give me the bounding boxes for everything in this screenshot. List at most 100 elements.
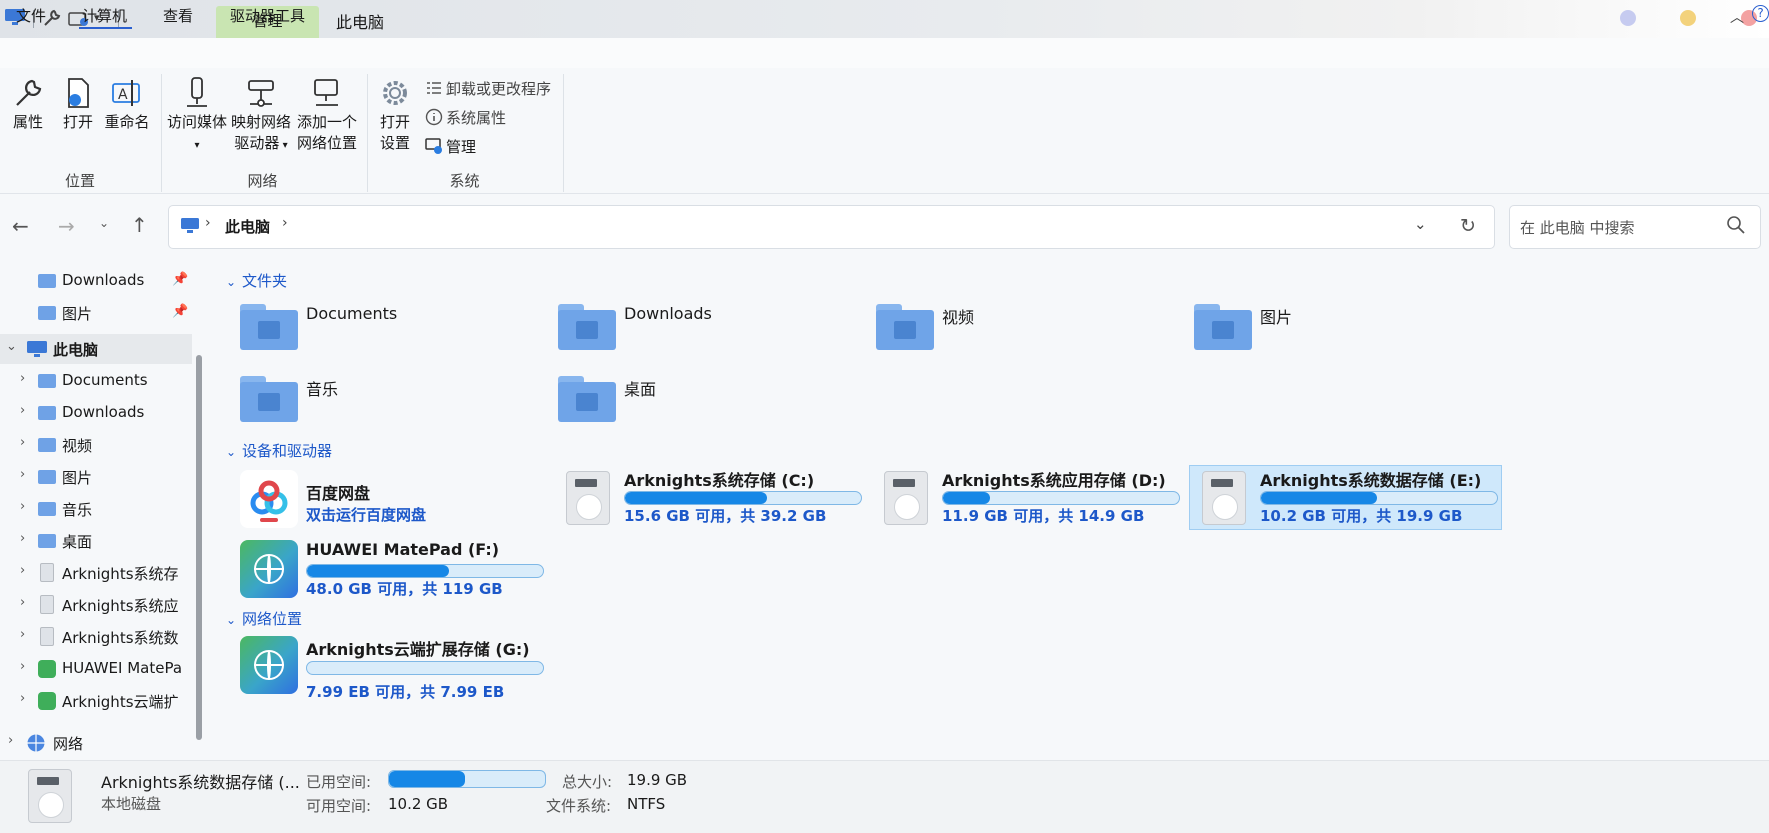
properties-button[interactable]: 属性: [8, 76, 48, 133]
back-button[interactable]: ←: [12, 214, 29, 238]
section-title: 文件夹: [242, 272, 288, 290]
manage-button[interactable]: 管理: [425, 136, 476, 157]
details-pane: Arknights系统数据存储 (... 本地磁盘 已用空间: 可用空间: 10…: [0, 760, 1769, 833]
chevron-down-icon: ▾: [279, 140, 288, 151]
drive-name: Arknights系统存储 (C:): [624, 471, 815, 490]
folder-item[interactable]: 音乐: [240, 372, 540, 428]
sidebar-item-label: 网络: [53, 735, 84, 753]
sidebar-item[interactable]: › 图片: [0, 462, 192, 492]
menu-drive-tools[interactable]: 驱动器工具: [230, 5, 305, 26]
pin-icon[interactable]: 📌: [172, 304, 188, 319]
folder-item[interactable]: 视频: [876, 300, 1176, 356]
add-network-location-button[interactable]: 添加一个 网络位置: [295, 76, 359, 154]
menu-view[interactable]: 查看: [163, 5, 193, 26]
chevron-down-icon[interactable]: ⌄: [6, 339, 17, 354]
file-system-value: NTFS: [627, 795, 666, 813]
section-folders-header[interactable]: ⌄ 文件夹: [226, 270, 287, 291]
rename-button[interactable]: A 重命名: [102, 76, 152, 133]
sidebar-quick-downloads[interactable]: Downloads 📌: [0, 266, 196, 296]
recent-locations-button[interactable]: ⌄: [99, 216, 109, 230]
help-icon[interactable]: ?: [1752, 5, 1769, 22]
chevron-right-icon[interactable]: ›: [20, 691, 25, 706]
chevron-right-icon[interactable]: ›: [20, 531, 25, 546]
sidebar-item[interactable]: › Arknights系统数: [0, 622, 192, 652]
drive-usage-fill: [1261, 492, 1377, 504]
sidebar-quick-pictures[interactable]: 图片 📌: [0, 298, 196, 328]
map-network-drive-button[interactable]: 映射网络 驱动器 ▾: [230, 76, 292, 156]
chevron-right-icon[interactable]: ›: [20, 371, 25, 386]
folder-item[interactable]: Documents: [240, 300, 540, 356]
sidebar-item-label: 此电脑: [53, 341, 99, 359]
up-button[interactable]: ↑: [131, 213, 148, 237]
address-bar[interactable]: [168, 205, 1495, 249]
network-icon: [27, 734, 45, 752]
sidebar-item[interactable]: › 视频: [0, 430, 192, 460]
sidebar-item[interactable]: › Arknights云端扩: [0, 686, 192, 716]
menu-bar: [0, 38, 1769, 68]
menu-computer[interactable]: 计算机: [82, 5, 127, 26]
sidebar-item-label: Downloads: [62, 271, 145, 289]
folder-icon: [38, 470, 56, 484]
add-location-label-2: 网络位置: [296, 134, 357, 152]
collapse-ribbon-icon[interactable]: ︿: [1730, 7, 1744, 27]
sidebar-item-label: Arknights系统存: [62, 565, 179, 583]
system-properties-button[interactable]: 系统属性: [425, 107, 506, 128]
drive-usage-fill: [943, 492, 991, 504]
address-history-dropdown[interactable]: ⌄: [1414, 215, 1427, 233]
sidebar-item-label: 图片: [62, 305, 93, 323]
sidebar-item[interactable]: › HUAWEI MatePa: [0, 654, 192, 684]
open-settings-button[interactable]: 打开 设置: [372, 76, 418, 154]
section-network-locations-header[interactable]: ⌄ 网络位置: [226, 608, 302, 629]
sidebar-item[interactable]: › Downloads: [0, 398, 192, 428]
pin-icon[interactable]: 📌: [172, 272, 188, 287]
chevron-right-icon[interactable]: ›: [20, 403, 25, 418]
menu-file[interactable]: 文件: [16, 5, 46, 26]
folder-item[interactable]: 图片: [1194, 300, 1494, 356]
sidebar-scrollbar[interactable]: [196, 355, 202, 740]
drive-capacity: 10.2 GB 可用，共 19.9 GB: [1260, 507, 1463, 525]
chevron-right-icon[interactable]: ›: [8, 733, 13, 748]
sidebar-item[interactable]: › Arknights系统存: [0, 558, 192, 588]
minimize-button[interactable]: [1620, 10, 1636, 26]
sidebar-network[interactable]: › 网络: [0, 728, 192, 758]
folder-item[interactable]: 桌面: [558, 372, 858, 428]
access-media-button[interactable]: 访问媒体 ▾: [166, 76, 228, 156]
system-properties-label: 系统属性: [446, 109, 507, 127]
folder-icon: [876, 310, 934, 350]
sidebar-item[interactable]: › Documents: [0, 366, 192, 396]
breadcrumb-chevron-icon[interactable]: ›: [205, 215, 211, 231]
chevron-right-icon[interactable]: ›: [20, 627, 25, 642]
computer-icon: [27, 341, 47, 357]
folder-item[interactable]: Downloads: [558, 300, 858, 356]
sidebar-item[interactable]: › 音乐: [0, 494, 192, 524]
chevron-right-icon[interactable]: ›: [20, 467, 25, 482]
section-title: 设备和驱动器: [242, 442, 333, 460]
forward-button[interactable]: →: [58, 214, 75, 238]
open-button[interactable]: 打开: [58, 76, 98, 133]
sidebar-item[interactable]: › 桌面: [0, 526, 192, 556]
sidebar-item[interactable]: › Arknights系统应: [0, 590, 192, 620]
drive-usage-bar: [624, 491, 862, 505]
refresh-button[interactable]: ↻: [1460, 215, 1476, 237]
breadcrumb-this-pc[interactable]: 此电脑: [225, 216, 270, 237]
chevron-right-icon[interactable]: ›: [20, 499, 25, 514]
chevron-right-icon[interactable]: ›: [20, 435, 25, 450]
chevron-right-icon[interactable]: ›: [20, 659, 25, 674]
drive-usage-bar: [306, 661, 544, 675]
chevron-right-icon[interactable]: ›: [20, 595, 25, 610]
maximize-button[interactable]: [1680, 10, 1696, 26]
section-devices-header[interactable]: ⌄ 设备和驱动器: [226, 440, 332, 461]
sidebar-this-pc[interactable]: ⌄ 此电脑: [0, 334, 192, 364]
drive-name: Arknights云端扩展存储 (G:): [306, 640, 530, 659]
drive-usage-fill: [307, 565, 449, 577]
svg-text:A: A: [118, 87, 128, 103]
folder-icon: [38, 534, 56, 548]
folder-label: 视频: [942, 308, 975, 327]
search-icon[interactable]: [1726, 215, 1746, 235]
folder-icon: [38, 406, 56, 420]
drive-name: HUAWEI MatePad (F:): [306, 540, 500, 559]
uninstall-label: 卸载或更改程序: [446, 80, 552, 98]
uninstall-programs-button[interactable]: 卸载或更改程序: [425, 78, 551, 99]
chevron-right-icon[interactable]: ›: [20, 563, 25, 578]
breadcrumb-chevron-icon[interactable]: ›: [282, 215, 288, 231]
